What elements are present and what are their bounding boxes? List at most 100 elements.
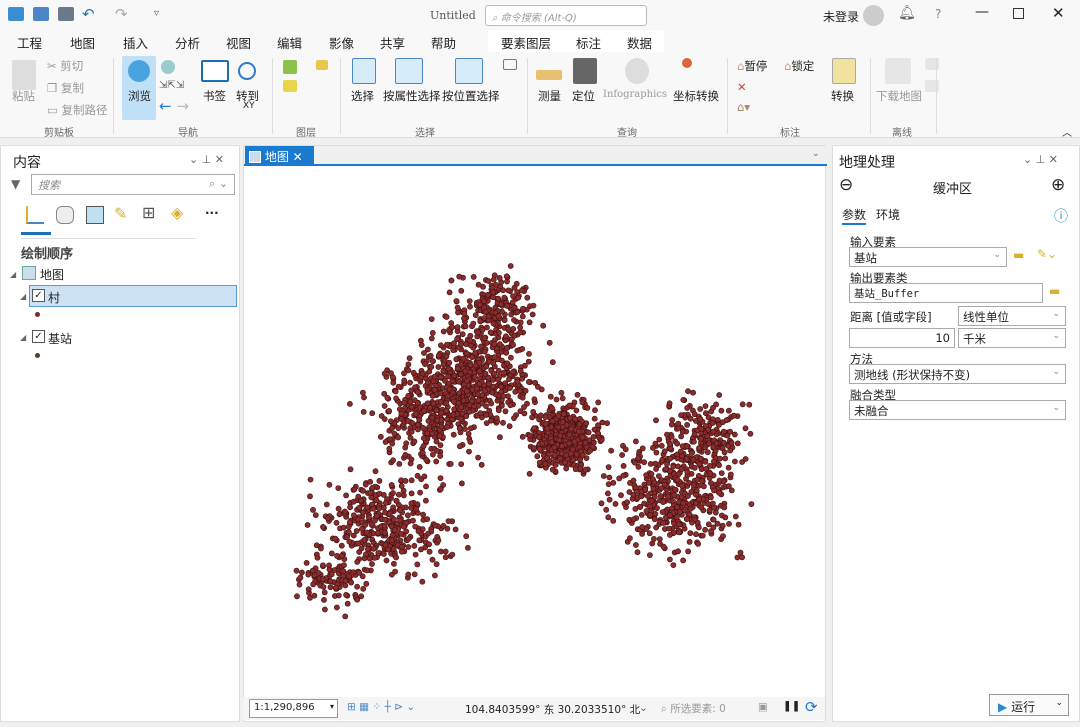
expand-map-icon[interactable]: ◢ — [10, 270, 16, 279]
select-button[interactable]: 选择 — [351, 88, 374, 104]
maximize-button[interactable] — [1013, 8, 1024, 19]
back-icon[interactable]: ← → — [159, 97, 189, 115]
close-tab-icon[interactable]: ✕ — [293, 150, 303, 164]
basemap-icon[interactable] — [283, 60, 297, 74]
list-by-labeling-icon[interactable]: ◈ — [171, 203, 183, 222]
list-by-editing-icon[interactable]: ✎ — [114, 204, 127, 223]
pause-labeling-button[interactable]: ⌂暂停 — [737, 58, 767, 74]
tab-labeling[interactable]: 标注 — [576, 33, 601, 52]
point-symbol-icon[interactable] — [35, 353, 40, 358]
zoom-fixed-icon[interactable]: ⇲⇱⇲ — [159, 80, 184, 91]
map-canvas[interactable] — [244, 168, 827, 698]
layer-name[interactable]: 村 — [48, 289, 60, 306]
avatar[interactable] — [863, 5, 884, 26]
bookmarks-button[interactable]: 书签 — [203, 88, 226, 104]
contents-search-input[interactable]: 搜索 ⌕ ⌄ — [31, 174, 235, 195]
lock-labeling-button[interactable]: ⌂锁定 — [784, 58, 814, 74]
sketch-pencil-icon[interactable]: ✎⌄ — [1037, 247, 1057, 261]
dissolve-type-select[interactable]: 未融合 ⌄ — [849, 400, 1066, 420]
coordinate-format-icon[interactable]: ⌄ — [639, 702, 648, 714]
filter-icon[interactable]: ▼ — [11, 177, 20, 191]
minimize-button[interactable]: — — [975, 4, 989, 20]
run-button[interactable]: ▶ 运行 ⌄ — [989, 694, 1069, 716]
convert-labels-button[interactable]: 转换 — [831, 88, 854, 104]
output-feature-class-input[interactable]: 基站_Buffer — [849, 283, 1043, 303]
tab-list-icon[interactable]: ⌄ — [812, 149, 820, 159]
pause-drawing-icon[interactable]: ❚❚ — [783, 700, 801, 712]
unplaced-labels-icon[interactable]: ✕ — [737, 80, 747, 94]
tab-edit[interactable]: 编辑 — [277, 33, 302, 52]
help-icon[interactable]: ⓘ — [1054, 206, 1068, 226]
select-by-location-button[interactable]: 按位置选择 — [442, 88, 500, 104]
map-node[interactable]: 地图 — [40, 266, 64, 283]
expand-layer-icon[interactable]: ◢ — [20, 292, 26, 301]
tab-view[interactable]: 视图 — [226, 33, 251, 52]
list-by-drawing-order-icon[interactable] — [26, 206, 44, 224]
layer-row-village[interactable] — [29, 285, 237, 307]
sign-in-status[interactable]: 未登录 — [823, 8, 859, 25]
tab-share[interactable]: 共享 — [380, 33, 405, 52]
list-by-snapping-icon[interactable]: ⊞ — [142, 203, 155, 222]
tab-map-view[interactable]: 地图 ✕ — [245, 146, 314, 166]
save-icon[interactable] — [58, 7, 74, 21]
infographics-button[interactable]: Infographics — [603, 89, 667, 100]
list-by-source-icon[interactable] — [56, 206, 74, 224]
more-icon[interactable]: ··· — [205, 206, 219, 220]
point-symbol-icon[interactable] — [35, 312, 40, 317]
pane-options-icon[interactable]: ⌄ ⊥ ✕ — [189, 153, 224, 166]
collapse-ribbon-icon[interactable]: ︿ — [1062, 124, 1072, 139]
distance-value-input[interactable]: 10 — [849, 328, 955, 348]
new-project-icon[interactable] — [8, 7, 24, 21]
refresh-pause-icon[interactable]: ▣ — [758, 701, 768, 713]
pane-options-icon[interactable]: ⌄ ⊥ ✕ — [1023, 153, 1058, 166]
undo-icon[interactable]: ↶ — [82, 5, 95, 23]
tab-imagery[interactable]: 影像 — [329, 33, 354, 52]
locate-button[interactable]: 定位 — [572, 88, 595, 104]
tab-help[interactable]: 帮助 — [431, 33, 456, 52]
list-by-selection-icon[interactable] — [86, 206, 104, 224]
copy-path-button[interactable]: ▭ 复制路径 — [47, 102, 108, 118]
add-data-icon[interactable] — [283, 80, 297, 92]
help-icon[interactable]: ? — [935, 7, 941, 21]
input-features-select[interactable]: 基站 ⌄ — [849, 247, 1007, 267]
layer-visibility-checkbox[interactable]: ✓ — [32, 330, 45, 343]
customize-icon[interactable]: ▿ — [154, 8, 159, 19]
select-by-attributes-button[interactable]: 按属性选择 — [383, 88, 441, 104]
refresh-icon[interactable]: ⟳ — [805, 698, 818, 716]
download-map-button[interactable]: 下载地图 — [876, 88, 922, 104]
attributes-table-icon[interactable] — [503, 59, 517, 70]
back-icon[interactable]: ⊖ — [839, 175, 853, 195]
tab-environments[interactable]: 环境 — [876, 206, 900, 223]
tab-project[interactable]: 工程 — [17, 33, 42, 52]
browse-folder-icon[interactable]: ▬ — [1013, 248, 1024, 262]
notification-bell-icon[interactable]: 🔔︎ — [898, 5, 916, 21]
cut-button[interactable]: ✂ 剪切 — [47, 58, 83, 74]
label-options-icon[interactable]: ⌂▾ — [737, 100, 750, 114]
map-tools-icons[interactable]: ⊞ ▦ ⁘ ┼ ⊳ ⌄ — [347, 701, 415, 713]
label-icon[interactable] — [316, 60, 328, 70]
tab-insert[interactable]: 插入 — [123, 33, 148, 52]
copy-button[interactable]: ❐ 复制 — [47, 80, 84, 96]
add-icon[interactable]: ⊕ — [1051, 175, 1065, 195]
expand-layer-icon[interactable]: ◢ — [20, 333, 26, 342]
full-extent-icon[interactable] — [161, 60, 175, 74]
tab-data[interactable]: 数据 — [627, 33, 652, 52]
coordinate-conversion-button[interactable]: 坐标转换 — [673, 88, 719, 104]
scale-select[interactable]: 1:1,290,896 ▾ — [249, 699, 338, 718]
tab-feature-layer[interactable]: 要素图层 — [501, 33, 551, 52]
browse-folder-icon[interactable]: ▬ — [1049, 284, 1060, 298]
distance-type-select[interactable]: 线性单位 ⌄ — [958, 306, 1066, 326]
measure-button[interactable]: 测量 — [538, 88, 561, 104]
tab-analysis[interactable]: 分析 — [175, 33, 200, 52]
layer-name[interactable]: 基站 — [48, 330, 72, 347]
paste-button[interactable]: 粘贴 — [12, 88, 35, 104]
method-select[interactable]: 测地线 (形状保持不变) ⌄ — [849, 364, 1066, 384]
distance-unit-select[interactable]: 千米 ⌄ — [958, 328, 1066, 348]
open-project-icon[interactable] — [33, 7, 49, 21]
layer-visibility-checkbox[interactable]: ✓ — [32, 289, 45, 302]
tab-parameters[interactable]: 参数 — [842, 206, 867, 225]
redo-icon[interactable]: ↷ — [115, 5, 128, 23]
close-button[interactable]: ✕ — [1052, 4, 1065, 22]
map-view[interactable]: 地图 ✕ ⌄ — [243, 145, 827, 722]
command-search-input[interactable]: ⌕ 命令搜索 (Alt-Q) — [485, 5, 647, 26]
